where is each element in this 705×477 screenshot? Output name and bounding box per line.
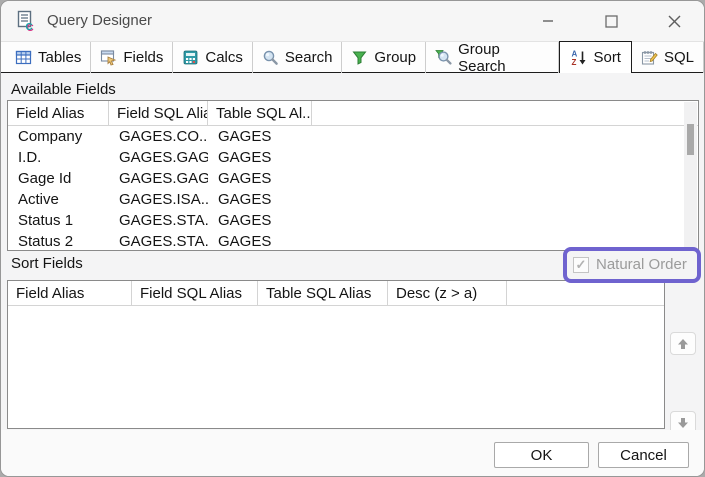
magnifier-icon [262, 49, 279, 66]
column-header[interactable]: Field SQL Alias [132, 281, 258, 306]
cell-field-alias: Gage Id [8, 170, 109, 187]
minimize-icon [542, 15, 554, 27]
tab-label: Tables [38, 49, 81, 66]
column-header[interactable]: Table SQL Alias [258, 281, 388, 306]
tab-search[interactable]: Search [253, 42, 343, 73]
window-title: Query Designer [47, 12, 152, 29]
title-bar: C C Query Designer [1, 1, 704, 41]
az-sort-icon: A Z [570, 49, 587, 66]
tab-label: Fields [123, 49, 163, 66]
field-form-icon [100, 49, 117, 66]
tab-tables[interactable]: Tables [6, 42, 91, 73]
cell-table-sql-alias: GAGES [208, 149, 312, 166]
tab-group[interactable]: Group [342, 42, 426, 73]
arrow-up-icon [677, 338, 689, 350]
cell-field-alias: Status 1 [8, 212, 109, 229]
table-row[interactable]: Gage Id GAGES.GAG... GAGES [8, 168, 698, 189]
cell-field-sql-alias: GAGES.GAG... [109, 170, 208, 187]
cell-field-alias: Company [8, 128, 109, 145]
tab-group-search[interactable]: Group Search [426, 42, 559, 73]
cell-field-sql-alias: GAGES.STA... [109, 233, 208, 250]
close-button[interactable] [659, 9, 689, 33]
tab-label: Search [285, 49, 333, 66]
move-up-button[interactable] [670, 332, 696, 355]
query-designer-dialog: C C Query Designer [0, 0, 705, 477]
cell-field-sql-alias: GAGES.ISA... [109, 191, 208, 208]
cell-field-sql-alias: GAGES.CO... [109, 128, 208, 145]
column-header[interactable]: Field SQL Alias [109, 101, 208, 126]
tab-sql[interactable]: SQL [632, 42, 704, 73]
cancel-button[interactable]: Cancel [598, 442, 689, 468]
table-row[interactable]: Company GAGES.CO... GAGES [8, 126, 698, 147]
available-fields-label: Available Fields [11, 81, 116, 98]
tab-label: Calcs [205, 49, 243, 66]
cell-table-sql-alias: GAGES [208, 233, 312, 250]
tab-label: Group [374, 49, 416, 66]
svg-text:C: C [26, 22, 33, 32]
tab-label: Sort [593, 49, 621, 66]
scrollbar-thumb[interactable] [687, 124, 694, 155]
ok-button[interactable]: OK [494, 442, 589, 468]
natural-order-label: Natural Order [596, 256, 687, 273]
tab-bar: Tables Fields Calcs [1, 41, 704, 73]
tab-sort[interactable]: A Z Sort [559, 41, 632, 73]
sort-fields-label: Sort Fields [11, 255, 83, 272]
maximize-button[interactable] [596, 9, 626, 33]
column-header[interactable]: Field Alias [8, 281, 132, 306]
table-row[interactable]: Active GAGES.ISA... GAGES [8, 189, 698, 210]
available-fields-table: Field Alias Field SQL Alias Table SQL Al… [7, 100, 699, 251]
tab-label: SQL [664, 49, 694, 66]
available-fields-scrollbar[interactable] [684, 102, 697, 249]
cell-table-sql-alias: GAGES [208, 191, 312, 208]
column-header[interactable]: Field Alias [8, 101, 109, 126]
tab-label: Group Search [458, 41, 549, 75]
close-icon [668, 15, 681, 28]
natural-order-checkbox-group[interactable]: ✓ Natural Order [573, 256, 687, 273]
script-pencil-icon [641, 49, 658, 66]
cell-table-sql-alias: GAGES [208, 170, 312, 187]
svg-text:Z: Z [572, 58, 577, 66]
maximize-icon [605, 15, 618, 28]
cell-table-sql-alias: GAGES [208, 212, 312, 229]
calculator-icon [182, 49, 199, 66]
minimize-button[interactable] [533, 9, 563, 33]
group-magnifier-icon [435, 49, 452, 66]
natural-order-checkbox[interactable]: ✓ [573, 257, 589, 273]
column-header[interactable]: Desc (z > a) [388, 281, 507, 306]
available-fields-body: Company GAGES.CO... GAGES I.D. GAGES.GAG… [8, 126, 698, 251]
column-header[interactable]: Table SQL Al... [208, 101, 312, 126]
funnel-icon [351, 49, 368, 66]
table-row[interactable]: Status 1 GAGES.STA... GAGES [8, 210, 698, 231]
available-fields-header: Field Alias Field SQL Alias Table SQL Al… [8, 101, 698, 126]
query-designer-app-icon: C C [17, 10, 37, 32]
table-row[interactable]: I.D. GAGES.GAG... GAGES [8, 147, 698, 168]
cell-field-alias: Status 2 [8, 233, 109, 250]
arrow-down-icon [677, 417, 689, 429]
sort-fields-table: Field Alias Field SQL Alias Table SQL Al… [7, 280, 665, 429]
table-row[interactable]: Status 2 GAGES.STA... GAGES [8, 231, 698, 251]
tab-fields[interactable]: Fields [91, 42, 173, 73]
cell-field-alias: Active [8, 191, 109, 208]
cell-field-sql-alias: GAGES.GAG... [109, 149, 208, 166]
cell-field-alias: I.D. [8, 149, 109, 166]
cell-field-sql-alias: GAGES.STA... [109, 212, 208, 229]
tab-calcs[interactable]: Calcs [173, 42, 253, 73]
sort-fields-header: Field Alias Field SQL Alias Table SQL Al… [8, 281, 664, 306]
cell-table-sql-alias: GAGES [208, 128, 312, 145]
check-icon: ✓ [576, 257, 587, 273]
table-grid-icon [15, 49, 32, 66]
